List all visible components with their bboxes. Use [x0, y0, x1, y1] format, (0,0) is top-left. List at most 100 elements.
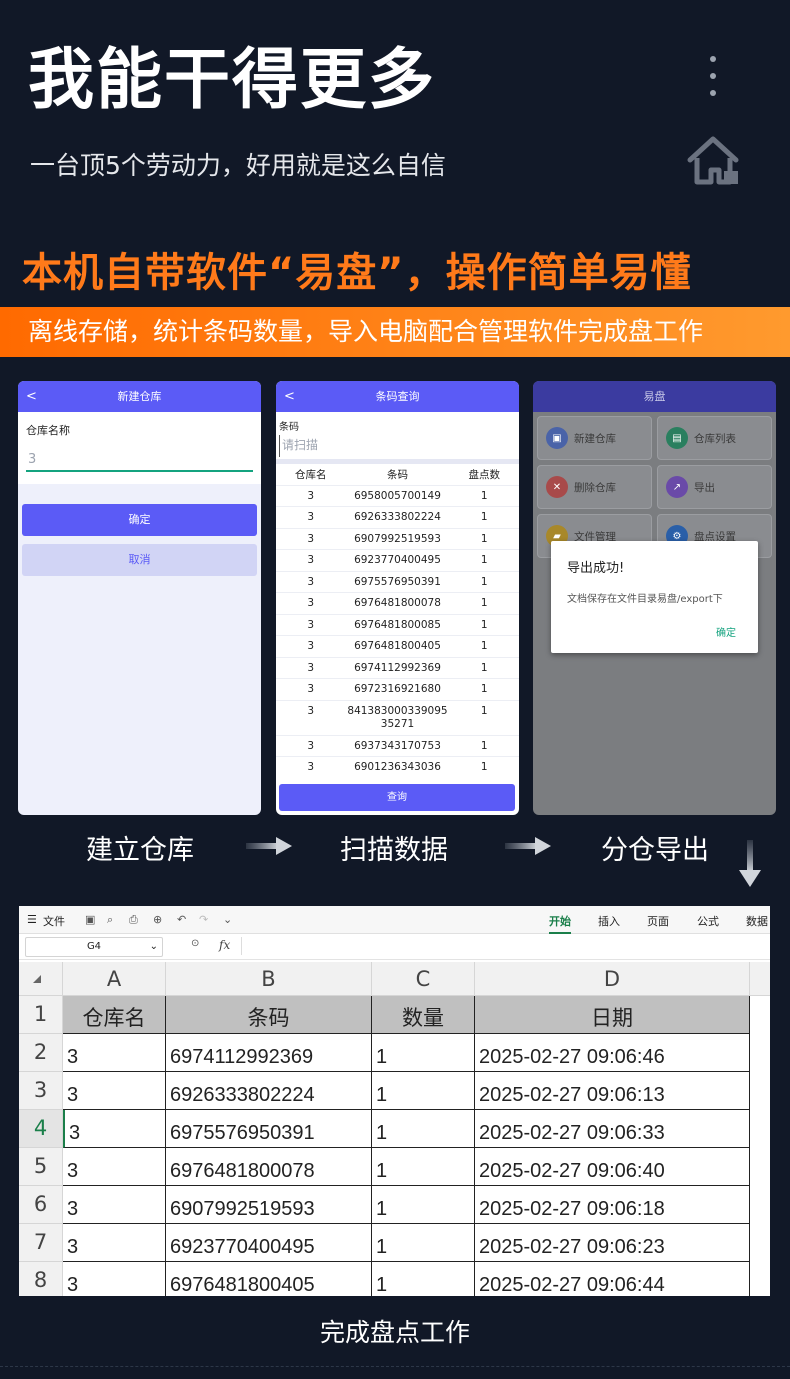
table-row[interactable]: 3 6926333802224 1 [276, 506, 519, 528]
row-header-3[interactable]: 3 [19, 1072, 63, 1110]
table-cell[interactable]: 3 [63, 1186, 166, 1224]
preview-icon[interactable]: ⊕ [153, 913, 162, 926]
table-row[interactable]: 3 6976481800085 1 [276, 613, 519, 636]
row-header-4[interactable]: 4 [19, 1110, 63, 1148]
table-row[interactable]: 3 6937343170753 1 [276, 734, 519, 757]
zoom-icon[interactable]: ⊙ [191, 938, 199, 949]
header-cell[interactable]: 条码 [166, 996, 372, 1034]
table-cell[interactable]: 6926333802224 [166, 1072, 372, 1110]
table-cell[interactable]: 2025-02-27 09:06:46 [475, 1034, 750, 1072]
table-cell[interactable]: 6975576950391 [166, 1110, 372, 1148]
table-cell[interactable]: 6974112992369 [166, 1034, 372, 1072]
table-cell[interactable]: 1 [372, 1034, 475, 1072]
table-cell[interactable]: 3 [63, 1224, 166, 1262]
table-row[interactable]: 3 6958005700149 1 [276, 484, 519, 507]
save-icon[interactable]: ▣ [85, 913, 95, 926]
row-header-7[interactable]: 7 [19, 1224, 63, 1262]
more-menu-icon[interactable] [705, 56, 721, 96]
divider [241, 937, 242, 955]
table-cell[interactable]: 3 [63, 1110, 166, 1148]
header-cell[interactable]: 日期 [475, 996, 750, 1034]
table-cell[interactable]: 1 [372, 1148, 475, 1186]
table-cell[interactable]: 3 [63, 1034, 166, 1072]
dialog-ok-button[interactable]: 确定 [716, 624, 736, 639]
table-row[interactable]: 3 6972316921680 1 [276, 678, 519, 700]
table-cell[interactable]: 1 [372, 1072, 475, 1110]
table-row[interactable]: 3 6974112992369 1 [276, 656, 519, 679]
column-header-c[interactable]: C [372, 962, 475, 996]
warehouse-name-input[interactable]: 3 [26, 452, 253, 472]
tile-delete-warehouse[interactable]: ✕ 删除仓库 [537, 465, 652, 509]
row-header-5[interactable]: 5 [19, 1148, 63, 1186]
table-row[interactable]: 3 84138300033909535271 1 [276, 699, 519, 735]
table-cell[interactable]: 2025-02-27 09:06:23 [475, 1224, 750, 1262]
cancel-button[interactable]: 取消 [22, 544, 257, 576]
table-row[interactable]: 3 6901236343036 1 [276, 756, 519, 778]
print-icon[interactable]: ⎙ [129, 913, 138, 927]
column-header-a[interactable]: A [63, 962, 166, 996]
step-caption-export: 分仓导出 [601, 835, 709, 866]
table-cell[interactable]: 2025-02-27 09:06:44 [475, 1262, 750, 1296]
header-cell[interactable]: 仓库名 [63, 996, 166, 1034]
step-caption-scan: 扫描数据 [340, 835, 448, 866]
column-header-d[interactable]: D [475, 962, 750, 996]
tile-export[interactable]: ↗ 导出 [657, 465, 772, 509]
back-arrow-icon[interactable]: < [26, 381, 37, 412]
tile-new-warehouse[interactable]: ▣ 新建仓库 [537, 416, 652, 460]
table-cell[interactable]: 3 [63, 1072, 166, 1110]
barcode-scan-input[interactable]: 请扫描 [279, 435, 516, 457]
hamburger-icon[interactable]: ☰ [27, 913, 37, 926]
table-cell[interactable]: 6907992519593 [166, 1186, 372, 1224]
chevron-down-icon[interactable]: ⌄ [223, 913, 232, 926]
select-all-corner[interactable] [19, 962, 63, 996]
undo-icon[interactable]: ↶ [177, 913, 186, 926]
table-cell[interactable]: 6976481800078 [166, 1148, 372, 1186]
cell-count: 1 [449, 506, 519, 528]
table-cell[interactable]: 3 [63, 1148, 166, 1186]
column-header-e[interactable] [750, 962, 770, 996]
cell-warehouse: 3 [276, 549, 346, 571]
column-header-b[interactable]: B [166, 962, 372, 996]
cell-count: 1 [449, 635, 519, 657]
tab-page[interactable]: 页面 [647, 913, 669, 929]
table-cell[interactable]: 6923770400495 [166, 1224, 372, 1262]
name-box[interactable]: G4 ⌄ [25, 937, 163, 957]
share-icon[interactable]: ⌕ [107, 913, 113, 927]
cell-barcode: 6923770400495 [345, 549, 450, 571]
table-cell[interactable]: 3 [63, 1262, 166, 1296]
file-menu[interactable]: 文件 [43, 913, 65, 929]
table-cell[interactable]: 1 [372, 1110, 475, 1148]
redo-icon[interactable]: ↷ [199, 913, 208, 926]
table-row[interactable]: 3 6976481800078 1 [276, 592, 519, 614]
row-header-1[interactable]: 1 [19, 996, 63, 1034]
tab-data[interactable]: 数据 [746, 913, 768, 929]
query-button[interactable]: 查询 [279, 784, 515, 811]
table-cell[interactable]: 1 [372, 1224, 475, 1262]
table-row[interactable]: 3 6923770400495 1 [276, 549, 519, 571]
tile-label: 删除仓库 [574, 481, 616, 494]
row-header-2[interactable]: 2 [19, 1034, 63, 1072]
function-icon[interactable]: fx [219, 938, 230, 952]
table-cell[interactable]: 1 [372, 1186, 475, 1224]
home-icon[interactable] [686, 134, 740, 186]
cell-barcode: 6901236343036 [345, 756, 450, 778]
tab-formula[interactable]: 公式 [697, 913, 719, 929]
table-cell[interactable]: 2025-02-27 09:06:40 [475, 1148, 750, 1186]
table-cell[interactable]: 2025-02-27 09:06:33 [475, 1110, 750, 1148]
header-cell[interactable]: 数量 [372, 996, 475, 1034]
tab-home[interactable]: 开始 [549, 913, 571, 934]
table-row[interactable]: 3 6907992519593 1 [276, 527, 519, 550]
tile-warehouse-list[interactable]: ▤ 仓库列表 [657, 416, 772, 460]
back-arrow-icon[interactable]: < [284, 381, 295, 412]
table-cell[interactable]: 6976481800405 [166, 1262, 372, 1296]
confirm-button[interactable]: 确定 [22, 504, 257, 536]
table-cell[interactable]: 1 [372, 1262, 475, 1296]
tab-insert[interactable]: 插入 [598, 913, 620, 929]
table-row[interactable]: 3 6976481800405 1 [276, 635, 519, 657]
row-header-8[interactable]: 8 [19, 1262, 63, 1296]
table-header-row: 仓库名 条码 盘点数 [276, 464, 519, 485]
row-header-6[interactable]: 6 [19, 1186, 63, 1224]
table-cell[interactable]: 2025-02-27 09:06:13 [475, 1072, 750, 1110]
table-cell[interactable]: 2025-02-27 09:06:18 [475, 1186, 750, 1224]
table-row[interactable]: 3 6975576950391 1 [276, 570, 519, 593]
